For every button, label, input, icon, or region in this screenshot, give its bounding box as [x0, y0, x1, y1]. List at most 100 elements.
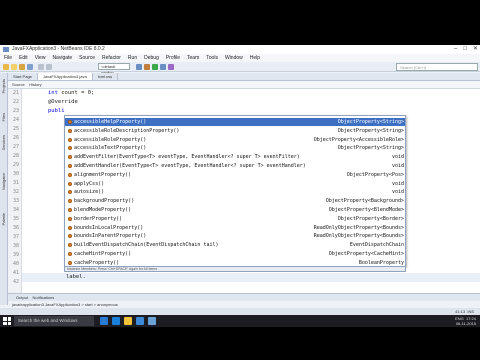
insert-mode: INS [467, 309, 474, 314]
edge-browser-icon[interactable] [112, 317, 120, 325]
profile-icon[interactable] [168, 64, 174, 70]
line-number: 34 [12, 207, 19, 213]
history-tab[interactable]: History [29, 82, 41, 87]
completion-item[interactable]: buildEventDispatchChain(EventDispatchCha… [65, 241, 405, 249]
completion-method: borderProperty() [74, 215, 123, 222]
menu-window[interactable]: Window [225, 54, 243, 62]
menu-help[interactable]: Help [250, 54, 260, 62]
palette-tab[interactable]: Palette [1, 213, 7, 225]
completion-type: ObjectProperty<Border> [337, 215, 404, 222]
completion-item[interactable]: applyCss() void [65, 180, 405, 188]
navigator-tab[interactable]: Navigator [1, 173, 7, 190]
method-icon [68, 164, 72, 168]
search-input[interactable]: Search (Ctrl+I) [396, 63, 478, 71]
caret-position: 41:13 INS [455, 308, 474, 315]
completion-method: addEventHandler(EventType<T> eventType, … [74, 163, 306, 169]
new-file-icon[interactable] [11, 64, 17, 70]
menu-file[interactable]: File [4, 54, 12, 62]
completion-type: BooleanProperty [358, 259, 404, 266]
config-select[interactable]: <default config> [98, 63, 130, 75]
clean-build-icon[interactable] [144, 64, 150, 70]
maximize-icon[interactable]: □ [463, 45, 467, 54]
completion-item[interactable]: addEventFilter(EventType<T> eventType, E… [65, 153, 405, 161]
line-number: 31 [12, 180, 19, 186]
redo-icon[interactable] [46, 64, 52, 70]
taskbar-search-input[interactable]: Search the web and Windows [14, 316, 94, 326]
minimize-icon[interactable]: – [454, 45, 457, 54]
tab-start-page[interactable]: Start Page [8, 73, 38, 80]
code-line-current[interactable]: label. [66, 274, 86, 280]
tab-css-file[interactable]: fxml.css [93, 73, 119, 80]
output-tab[interactable]: Output [16, 295, 28, 300]
line-number: 25 [12, 126, 19, 132]
new-project-icon[interactable] [3, 64, 9, 70]
notifications-tab[interactable]: Notifications [32, 295, 54, 300]
completion-method: boundsInLocalProperty() [74, 224, 144, 231]
menu-run[interactable]: Run [128, 54, 137, 62]
taskbar: Search the web and Windows ENG 17:24 06-… [0, 315, 480, 360]
menu-tools[interactable]: Tools [206, 54, 218, 62]
source-tab[interactable]: Source [12, 82, 25, 87]
services-tab[interactable]: Services [1, 135, 7, 150]
menu-source[interactable]: Source [79, 54, 95, 62]
completion-item[interactable]: accessibleTextProperty() ObjectProperty<S… [65, 144, 405, 152]
menu-view[interactable]: View [35, 54, 46, 62]
completion-item[interactable]: cacheHintProperty() ObjectProperty<CacheH… [65, 250, 405, 258]
completion-item[interactable]: alignmentProperty() ObjectProperty<Pos> [65, 171, 405, 179]
line-number: 23 [12, 108, 19, 114]
menu-edit[interactable]: Edit [19, 54, 28, 62]
build-icon[interactable] [136, 64, 142, 70]
netbeans-app-icon [3, 47, 9, 52]
completion-item[interactable]: accessibleRoleProperty() ObjectProperty<A… [65, 136, 405, 144]
completion-method: buildEventDispatchChain(EventDispatchCha… [74, 242, 219, 249]
projects-tab[interactable]: Projects [1, 79, 7, 93]
file-explorer-icon[interactable] [124, 317, 132, 325]
run-icon[interactable] [152, 64, 158, 70]
completion-item[interactable]: autosize() void [65, 188, 405, 196]
current-line-highlight [22, 273, 480, 282]
completion-item[interactable]: accessibleRoleDescriptionProperty() Objec… [65, 127, 405, 135]
open-project-icon[interactable] [19, 64, 25, 70]
store-icon[interactable] [136, 317, 144, 325]
netbeans-taskbar-icon[interactable] [148, 317, 156, 325]
completion-type: ObjectProperty<Background> [325, 198, 404, 205]
menu-profile[interactable]: Profile [166, 54, 180, 62]
method-icon [68, 190, 72, 195]
completion-item[interactable]: blendModeProperty() ObjectProperty<BlendM… [65, 206, 405, 214]
completion-item[interactable]: borderProperty() ObjectProperty<Border> [65, 215, 405, 223]
tab-java-file[interactable]: JavaFXApplication3.java [37, 73, 93, 80]
files-tab[interactable]: Files [1, 113, 7, 121]
completion-item[interactable]: boundsInLocalProperty() ReadOnlyObjectPro… [65, 224, 405, 232]
code-line: @Override [48, 99, 78, 105]
completion-type: ObjectProperty<CacheHint> [328, 251, 404, 257]
line-number: 30 [12, 171, 19, 177]
line-number: 38 [12, 243, 19, 249]
completion-item[interactable]: backgroundProperty() ObjectProperty<Backg… [65, 197, 405, 205]
line-number: 24 [12, 117, 19, 123]
line-number: 42 [12, 279, 19, 285]
menu-navigate[interactable]: Navigate [52, 54, 72, 62]
debug-icon[interactable] [160, 64, 166, 70]
completion-item[interactable]: addEventHandler(EventType<T> eventType, … [65, 162, 405, 170]
completion-item[interactable]: cacheProperty() BooleanProperty [65, 259, 405, 266]
task-view-icon[interactable] [100, 317, 108, 325]
line-number: 39 [12, 252, 19, 258]
system-tray: ENG 17:24 06-11-2015 [455, 316, 476, 326]
method-icon [68, 181, 72, 186]
save-all-icon[interactable] [27, 64, 33, 70]
completion-item[interactable]: accessibleHelpProperty() ObjectProperty<S… [65, 118, 405, 126]
clock-date[interactable]: 06-11-2015 [456, 321, 476, 326]
menu-refactor[interactable]: Refactor [102, 54, 121, 62]
method-icon [68, 234, 72, 239]
menu-team[interactable]: Team [187, 54, 199, 62]
completion-method: blendModeProperty() [74, 207, 132, 213]
menu-debug[interactable]: Debug [144, 54, 159, 62]
method-icon [68, 225, 72, 230]
close-icon[interactable]: ✕ [473, 45, 478, 54]
method-icon [68, 120, 72, 124]
method-icon [68, 252, 72, 256]
completion-item[interactable]: boundsInParentProperty() ReadOnlyObjectPr… [65, 232, 405, 240]
method-icon [68, 243, 72, 248]
windows-start-icon[interactable] [3, 317, 11, 325]
undo-icon[interactable] [38, 64, 44, 70]
